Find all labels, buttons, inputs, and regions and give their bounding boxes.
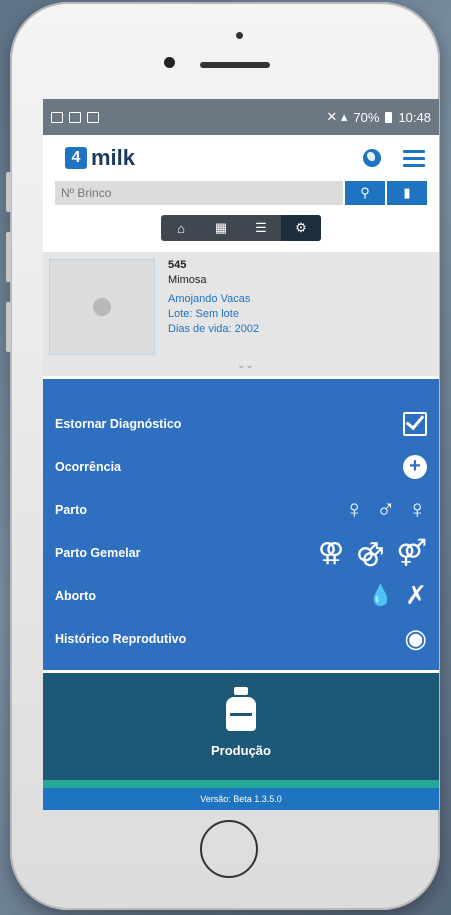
notification-icons bbox=[51, 111, 99, 123]
app-logo[interactable]: 4 milk bbox=[65, 145, 135, 171]
tab-grid[interactable]: ▦ bbox=[201, 215, 241, 241]
search-bar: ⚲ ▮ bbox=[55, 181, 427, 205]
status-right: ✕ ▴ 70% 10:48 bbox=[326, 109, 431, 125]
front-camera bbox=[164, 57, 175, 68]
twin-female-icon[interactable]: ⚢ bbox=[318, 537, 344, 568]
app-header: 4 milk bbox=[43, 135, 439, 181]
tab-home[interactable]: ⌂ bbox=[161, 215, 201, 241]
search-input[interactable] bbox=[55, 181, 343, 205]
notification-icon bbox=[69, 111, 81, 123]
version-footer: Versão: Beta 1.3.5.0 bbox=[43, 788, 439, 810]
logo-text: milk bbox=[91, 145, 136, 170]
action-aborto[interactable]: Aborto 💧 ✗ bbox=[43, 574, 439, 617]
accent-stripe bbox=[43, 780, 439, 788]
camera-icon bbox=[93, 298, 111, 316]
action-label: Parto Gemelar bbox=[55, 545, 141, 560]
tab-list[interactable]: ☰ bbox=[241, 215, 281, 241]
mute-switch bbox=[6, 172, 11, 212]
action-label: Histórico Reprodutivo bbox=[55, 631, 187, 646]
crossed-out-icon[interactable]: ✗ bbox=[405, 580, 427, 611]
volume-down-button bbox=[6, 302, 11, 352]
animal-group: Amojando Vacas bbox=[168, 293, 251, 305]
action-parto-gemelar[interactable]: Parto Gemelar ⚢ ⚣ ⚤ bbox=[43, 531, 439, 574]
action-label: Ocorrência bbox=[55, 459, 122, 474]
animal-card[interactable]: 545 Mimosa Amojando Vacas Lote: Sem lote… bbox=[43, 252, 439, 376]
action-estornar-diagnostico[interactable]: Estornar Diagnóstico bbox=[43, 402, 439, 445]
tab-settings[interactable]: ⚙ bbox=[281, 215, 321, 241]
front-sensor bbox=[236, 32, 243, 39]
view-tabs: ⌂ ▦ ☰ ⚙ bbox=[43, 215, 439, 241]
list-icon: ☰ bbox=[255, 220, 267, 235]
animal-info: 545 Mimosa Amojando Vacas Lote: Sem lote… bbox=[168, 258, 259, 337]
action-label: Estornar Diagnóstico bbox=[55, 416, 182, 431]
search-button[interactable]: ⚲ bbox=[345, 181, 385, 205]
eye-icon: ◉ bbox=[404, 623, 427, 653]
female-icon[interactable]: ♀ bbox=[345, 494, 365, 525]
app-screen: ✕ ▴ 70% 10:48 4 milk ⚲ ▮ ⌂ ▦ bbox=[43, 99, 439, 810]
female-outline-icon[interactable]: ♀ bbox=[408, 494, 428, 525]
animal-name: Mimosa bbox=[168, 274, 207, 286]
logo-badge: 4 bbox=[65, 147, 87, 169]
twin-male-icon[interactable]: ⚣ bbox=[356, 537, 384, 568]
milk-bottle-icon bbox=[226, 687, 256, 731]
signal-icon: ✕ ▴ bbox=[326, 109, 348, 124]
home-button[interactable] bbox=[200, 820, 258, 878]
notification-icon bbox=[87, 111, 99, 123]
twin-mixed-icon[interactable]: ⚤ bbox=[396, 537, 427, 568]
phone-frame: ✕ ▴ 70% 10:48 4 milk ⚲ ▮ ⌂ ▦ bbox=[6, 2, 440, 910]
grid-icon: ▦ bbox=[214, 220, 228, 235]
volume-up-button bbox=[6, 232, 11, 282]
battery-percent: 70% bbox=[353, 109, 380, 125]
action-parto[interactable]: Parto ♀ ♂ ♀ bbox=[43, 488, 439, 531]
reproduction-actions: Estornar Diagnóstico Ocorrência + Parto … bbox=[43, 379, 439, 670]
action-historico-reprodutivo[interactable]: Histórico Reprodutivo ◉ bbox=[43, 617, 439, 660]
microphone-icon: ▮ bbox=[403, 185, 411, 200]
clock: 10:48 bbox=[398, 109, 431, 125]
animal-photo[interactable] bbox=[49, 259, 155, 355]
voice-search-button[interactable]: ▮ bbox=[387, 181, 427, 205]
gears-icon: ⚙ bbox=[295, 220, 307, 235]
drop-icon[interactable]: 💧 bbox=[368, 583, 393, 608]
earpiece-speaker bbox=[200, 62, 270, 68]
animal-age-days: Dias de vida: 2002 bbox=[168, 323, 260, 335]
home-icon: ⌂ bbox=[177, 220, 185, 236]
male-icon[interactable]: ♂ bbox=[376, 494, 396, 525]
search-icon: ⚲ bbox=[360, 185, 370, 200]
production-button[interactable]: Produção bbox=[43, 673, 439, 780]
animal-lot: Lote: Sem lote bbox=[168, 308, 239, 320]
status-bar: ✕ ▴ 70% 10:48 bbox=[43, 99, 439, 135]
globe-icon[interactable] bbox=[363, 149, 381, 167]
expand-chevron-icon[interactable]: ⌄⌄ bbox=[237, 360, 254, 371]
header-actions bbox=[363, 149, 425, 167]
action-label: Parto bbox=[55, 502, 87, 517]
checkbox-icon bbox=[403, 411, 427, 436]
action-label: Aborto bbox=[55, 588, 96, 603]
plus-circle-icon: + bbox=[403, 454, 427, 479]
action-ocorrencia[interactable]: Ocorrência + bbox=[43, 445, 439, 488]
animal-number: 545 bbox=[168, 259, 187, 271]
hamburger-menu-icon[interactable] bbox=[403, 149, 425, 167]
notification-icon bbox=[51, 111, 63, 123]
production-label: Produção bbox=[211, 743, 271, 758]
battery-icon bbox=[385, 111, 393, 123]
